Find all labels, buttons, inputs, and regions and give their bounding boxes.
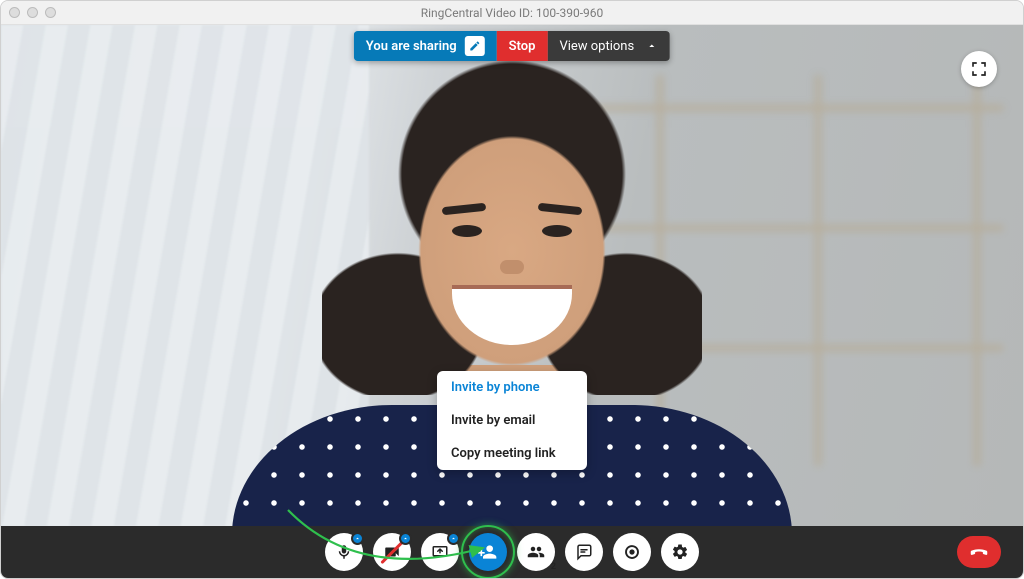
view-options-label: View options <box>559 39 634 54</box>
sharing-banner: You are sharing Stop View options <box>354 31 670 61</box>
invite-option[interactable]: Copy meeting link <box>437 437 587 470</box>
window-minimize-icon[interactable] <box>27 7 38 18</box>
video-area: You are sharing Stop View options Invite… <box>1 25 1023 526</box>
chat-icon <box>575 543 593 561</box>
view-options-button[interactable]: View options <box>547 31 670 61</box>
stop-label: Stop <box>509 39 536 54</box>
share-screen-icon <box>431 543 449 561</box>
participants-icon <box>527 543 545 561</box>
participant-count: 2 <box>551 562 556 572</box>
invite-option[interactable]: Invite by phone <box>437 371 587 404</box>
window-controls <box>9 7 56 18</box>
title-bar: RingCentral Video ID: 100-390-960 <box>1 1 1023 25</box>
participants-button[interactable]: 2 <box>517 533 555 571</box>
invite-person-icon <box>478 542 498 562</box>
settings-button[interactable] <box>661 533 699 571</box>
share-screen-button[interactable] <box>421 533 459 571</box>
pencil-icon <box>469 40 481 52</box>
record-button[interactable] <box>613 533 651 571</box>
mute-menu-caret-icon[interactable] <box>351 532 364 545</box>
invite-button[interactable] <box>469 533 507 571</box>
control-buttons: 2 <box>325 533 699 571</box>
fullscreen-button[interactable] <box>961 51 997 87</box>
fullscreen-icon <box>970 60 988 78</box>
video-menu-caret-icon[interactable] <box>399 532 412 545</box>
window-title: RingCentral Video ID: 100-390-960 <box>1 6 1023 20</box>
record-icon <box>623 543 641 561</box>
mute-button[interactable] <box>325 533 363 571</box>
background-curtain <box>1 25 369 526</box>
share-menu-caret-icon[interactable] <box>447 532 460 545</box>
sharing-label: You are sharing <box>366 39 457 54</box>
control-bar: 2 <box>1 526 1023 578</box>
hangup-phone-icon <box>968 541 990 563</box>
leave-call-button[interactable] <box>957 536 1001 568</box>
chevron-up-icon <box>646 40 658 52</box>
video-button[interactable] <box>373 533 411 571</box>
chat-button[interactable] <box>565 533 603 571</box>
sharing-indicator: You are sharing <box>354 31 497 61</box>
invite-popover: Invite by phoneInvite by emailCopy meeti… <box>437 371 587 470</box>
settings-gear-icon <box>671 543 689 561</box>
window-zoom-icon[interactable] <box>45 7 56 18</box>
microphone-icon <box>335 543 353 561</box>
window-close-icon[interactable] <box>9 7 20 18</box>
app-window: RingCentral Video ID: 100-390-960 You ar… <box>0 0 1024 579</box>
background-shelf <box>543 75 1003 466</box>
invite-option[interactable]: Invite by email <box>437 404 587 437</box>
annotate-button[interactable] <box>465 36 485 56</box>
stop-sharing-button[interactable]: Stop <box>497 31 548 61</box>
